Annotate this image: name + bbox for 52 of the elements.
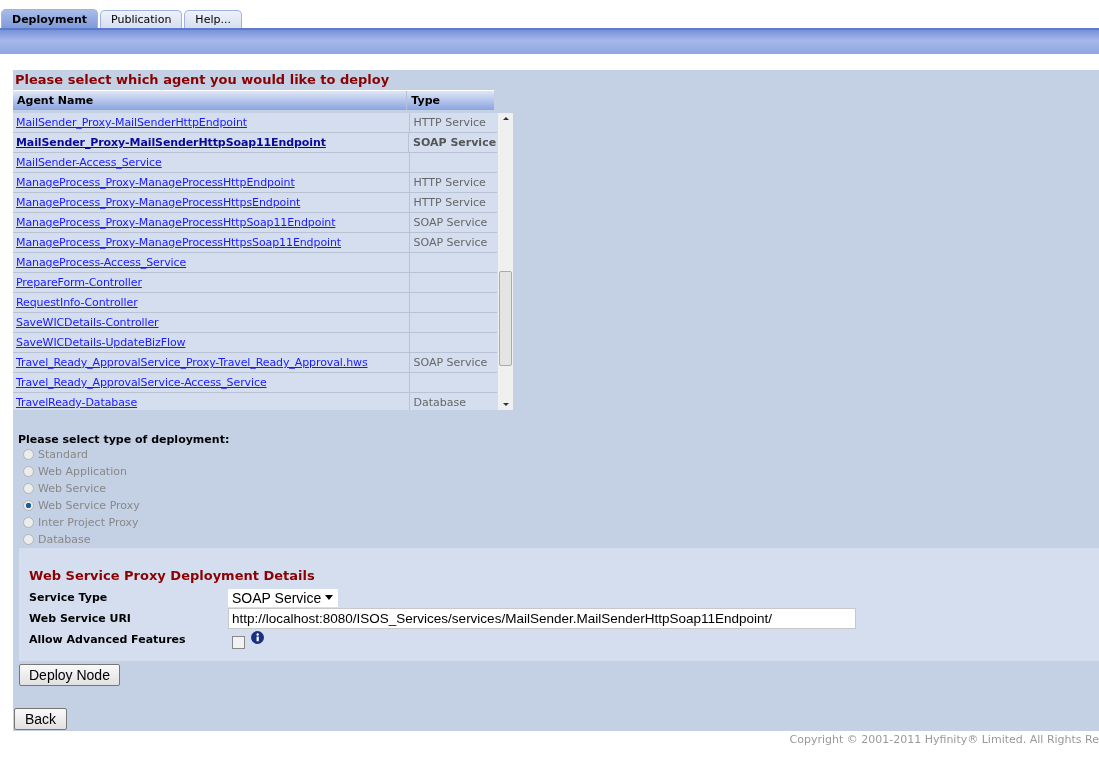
- agent-type: SOAP Service: [413, 216, 488, 229]
- agent-link[interactable]: Travel_Ready_ApprovalService-Access_Service: [16, 376, 267, 389]
- radio-label: Web Service Proxy: [38, 499, 140, 512]
- deploy-node-button[interactable]: Deploy Node: [19, 664, 120, 686]
- uri-input-field[interactable]: http://localhost:8080/ISOS_Services/services/MailSender.MailSenderHttpSoap11Endpoint/: [228, 608, 856, 629]
- agent-type: HTTP Service: [413, 196, 486, 209]
- radio-label: Web Service: [38, 482, 107, 495]
- agent-link[interactable]: ManageProcess_Proxy-ManageProcessHttpsEndpoint: [16, 196, 301, 209]
- tab[interactable]: Help...: [184, 10, 242, 28]
- section-label: Please select type of deployment:: [18, 433, 231, 446]
- agent-link[interactable]: RequestInfo-Controller: [16, 296, 138, 309]
- field-label: Web Service URI: [29, 612, 132, 625]
- tab[interactable]: Deployment: [1, 9, 98, 28]
- agent-link[interactable]: PrepareForm-Controller: [16, 276, 142, 289]
- agent-link[interactable]: Travel_Ready_ApprovalService_Proxy-Travel_Ready_Approval.hws: [16, 356, 368, 369]
- agent-link[interactable]: MailSender_Proxy-MailSenderHttpEndpoint: [16, 116, 248, 129]
- agent-link[interactable]: MailSender-Access_Service: [16, 156, 162, 169]
- scrollbar[interactable]: [498, 113, 513, 410]
- service-type-dropdown[interactable]: SOAP Service: [228, 588, 338, 607]
- agent-link[interactable]: ManageProcess-Access_Service: [16, 256, 187, 269]
- scroll-thumb[interactable]: [499, 271, 512, 366]
- scroll-down-icon[interactable]: [501, 402, 510, 407]
- scroll-up-icon[interactable]: [501, 116, 510, 121]
- agent-type: HTTP Service: [413, 116, 486, 129]
- agent-link[interactable]: SaveWICDetails-UpdateBizFlow: [16, 336, 186, 349]
- agent-type: SOAP Service: [413, 236, 488, 249]
- agent-type: HTTP Service: [413, 176, 486, 189]
- details-title: Web Service Proxy Deployment Details: [29, 568, 316, 583]
- agent-link[interactable]: TravelReady-Database: [16, 396, 138, 409]
- field-label: Allow Advanced Features: [29, 633, 187, 646]
- agent-type: SOAP Service: [413, 356, 488, 369]
- agent-link[interactable]: ManageProcess_Proxy-ManageProcessHttpEndpoint: [16, 176, 295, 189]
- agent-link[interactable]: SaveWICDetails-Controller: [16, 316, 159, 329]
- radio-label: Standard: [38, 448, 89, 461]
- back-button[interactable]: Back: [14, 708, 68, 730]
- agent-link[interactable]: MailSender_Proxy-MailSenderHttpSoap11Endpoint: [16, 136, 326, 149]
- agent-type: SOAP Service: [413, 136, 497, 149]
- radio-label: Web Application: [38, 465, 127, 478]
- section-title: Please select which agent you would like to deploy: [14, 71, 391, 89]
- checkbox[interactable]: [232, 636, 245, 649]
- caret-icon: [325, 595, 333, 600]
- agent-link[interactable]: ManageProcess_Proxy-ManageProcessHttpSoap11Endpoint: [16, 216, 336, 229]
- agent-link[interactable]: ManageProcess_Proxy-ManageProcessHttpsSoap11Endpoint: [16, 236, 342, 249]
- radio-label: Inter Project Proxy: [38, 516, 139, 529]
- copyright-text: Copyright © 2001-2011 Hyfinity® Limited. All Rights Re: [788, 733, 1099, 746]
- column-header: Type: [410, 93, 442, 109]
- tab[interactable]: Publication: [100, 10, 183, 28]
- info-icon[interactable]: [251, 631, 264, 644]
- field-label: Service Type: [29, 591, 109, 604]
- agent-type: Database: [413, 396, 466, 409]
- column-header: Agent Name: [13, 91, 408, 110]
- radio-label: Database: [38, 533, 91, 546]
